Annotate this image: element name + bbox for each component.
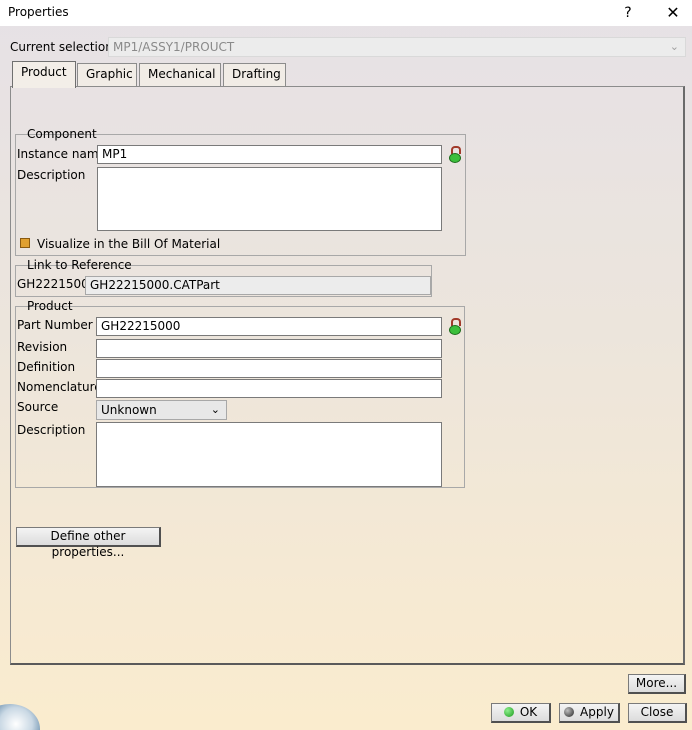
tab-drafting[interactable]: Drafting [223,63,286,86]
tab-graphic[interactable]: Graphic [77,63,137,86]
revision-label: Revision [17,340,68,354]
close-button[interactable]: Close [628,703,687,723]
definition-input[interactable] [96,359,442,378]
lock-icon[interactable] [449,146,461,164]
reference-file-field: GH22215000.CATPart [85,276,431,295]
product-description-textarea[interactable] [96,422,442,487]
product-description-label: Description [17,423,86,437]
close-icon[interactable]: ✕ [660,3,686,23]
nomenclature-input[interactable] [96,379,442,398]
ok-label: OK [519,705,538,719]
component-description-textarea[interactable] [97,167,442,231]
apply-button[interactable]: Apply [559,703,620,723]
ok-icon [503,707,514,717]
tab-product[interactable]: Product [12,61,76,88]
nomenclature-label: Nomenclature [17,380,102,394]
apply-icon [564,707,575,717]
current-selection-value: MP1/ASSY1/PROUCT [113,40,235,54]
background-decoration [0,700,48,730]
more-button[interactable]: More... [628,674,686,694]
bom-checkbox[interactable] [20,238,30,248]
revision-input[interactable] [96,339,442,358]
link-to-reference-title: Link to Reference [27,258,132,272]
instance-name-input[interactable]: MP1 [97,145,442,164]
source-value: Unknown [101,403,157,417]
component-group-title: Component [27,127,97,141]
current-selection-label: Current selection : [10,40,121,54]
title-bar: Properties ? ✕ [0,0,692,26]
instance-name-label: Instance name [17,147,106,161]
part-number-label: Part Number [17,318,93,332]
tab-mechanical[interactable]: Mechanical [139,63,221,86]
source-label: Source [17,400,59,414]
product-group-title: Product [27,299,73,313]
lock-icon[interactable] [449,318,461,336]
window-title: Properties [8,5,69,19]
help-icon[interactable]: ? [615,3,641,23]
current-selection-dropdown[interactable]: MP1/ASSY1/PROUCT ⌄ [108,37,686,57]
component-description-label: Description [17,168,86,182]
source-dropdown[interactable]: Unknown ⌄ [96,400,227,420]
part-number-input[interactable]: GH22215000 [96,317,442,336]
bom-checkbox-label: Visualize in the Bill Of Material [37,237,221,251]
ok-button[interactable]: OK [491,703,551,723]
definition-label: Definition [17,360,76,374]
chevron-down-icon: ⌄ [669,40,679,53]
chevron-down-icon: ⌄ [210,403,220,416]
define-other-properties-button[interactable]: Define other properties... [16,527,161,559]
apply-label: Apply [580,705,614,719]
